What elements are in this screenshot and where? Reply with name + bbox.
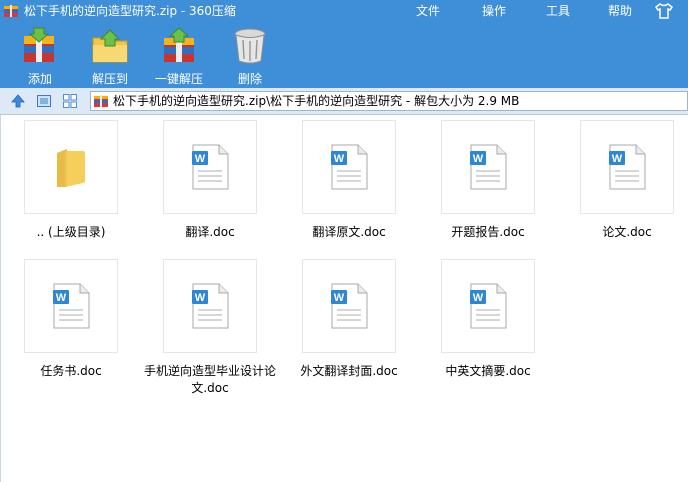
menu-tools[interactable]: 工具 [538, 2, 578, 20]
file-thumbnail: W [580, 120, 674, 214]
one-click-extract-icon [164, 27, 194, 62]
word-doc-icon: W [192, 283, 229, 329]
file-thumbnail [24, 120, 118, 214]
file-name: 论文.doc [602, 225, 652, 239]
file-thumbnail: W [302, 259, 396, 353]
menu-bar: 文件 操作 工具 帮助 [408, 2, 688, 20]
trash-can-icon [234, 28, 266, 64]
file-thumbnail: W [441, 120, 535, 214]
svg-text:W: W [612, 153, 623, 165]
svg-text:W: W [195, 292, 206, 304]
extract-to-button[interactable]: 解压到 [86, 26, 134, 86]
svg-text:W: W [195, 153, 206, 165]
delete-button[interactable]: 删除 [230, 26, 270, 86]
word-doc-icon: W [53, 283, 90, 329]
file-name: .. (上级目录) [36, 225, 106, 239]
file-name: 翻译原文.doc [312, 225, 386, 239]
file-name: 中英文摘要.doc [445, 364, 531, 378]
file-list: .. (上级目录) W 翻译.doc W 翻译原文.doc W 开题报告.doc… [0, 115, 688, 482]
word-doc-icon: W [470, 283, 507, 329]
file-name: 翻译.doc [185, 225, 235, 239]
svg-text:W: W [334, 292, 345, 304]
file-name: 开题报告.doc [451, 225, 525, 239]
list-view-icon[interactable] [62, 93, 78, 109]
svg-text:W: W [473, 153, 484, 165]
file-name: 任务书.doc [40, 364, 102, 378]
word-doc-icon: W [609, 144, 646, 190]
thumbnail-view-icon[interactable] [36, 93, 52, 109]
word-doc-icon: W [331, 144, 368, 190]
menu-help[interactable]: 帮助 [600, 2, 640, 20]
skin-shirt-icon[interactable] [654, 2, 674, 20]
menu-file[interactable]: 文件 [408, 2, 448, 20]
svg-text:W: W [56, 292, 67, 304]
title-bar: 松下手机的逆向造型研究.zip - 360压缩 文件 操作 工具 帮助 [0, 0, 688, 22]
menu-operation[interactable]: 操作 [474, 2, 514, 20]
file-thumbnail: W [24, 259, 118, 353]
up-arrow-icon[interactable] [10, 93, 26, 109]
word-doc-icon: W [470, 144, 507, 190]
path-text: 松下手机的逆向造型研究.zip\松下手机的逆向造型研究 - 解包大小为 2.9 … [113, 94, 520, 108]
file-name: 外文翻译封面.doc [300, 364, 398, 378]
extract-to-label: 解压到 [91, 72, 128, 86]
file-thumbnail: W [163, 259, 257, 353]
add-archive-icon [24, 27, 54, 62]
add-label: 添加 [27, 72, 52, 86]
toolbar: 添加 解压到 一键解压 删除 [0, 22, 688, 88]
one-click-extract-label: 一键解压 [154, 72, 203, 86]
svg-text:W: W [473, 292, 484, 304]
add-button[interactable]: 添加 [18, 26, 62, 86]
file-thumbnail: W [302, 120, 396, 214]
one-click-extract-button[interactable]: 一键解压 [152, 26, 206, 86]
path-field[interactable]: 松下手机的逆向造型研究.zip\松下手机的逆向造型研究 - 解包大小为 2.9 … [90, 91, 688, 111]
window-title: 松下手机的逆向造型研究.zip - 360压缩 [24, 4, 236, 18]
archive-app-icon [4, 5, 18, 17]
delete-label: 删除 [237, 72, 262, 86]
address-bar: 松下手机的逆向造型研究.zip\松下手机的逆向造型研究 - 解包大小为 2.9 … [0, 88, 688, 115]
file-thumbnail: W [441, 259, 535, 353]
word-doc-icon: W [192, 144, 229, 190]
file-thumbnail: W [163, 120, 257, 214]
folder-icon [57, 149, 85, 187]
extract-folder-icon [92, 29, 128, 63]
word-doc-icon: W [331, 283, 368, 329]
svg-text:W: W [334, 153, 345, 165]
zip-file-icon [94, 95, 108, 107]
file-name: 手机逆向造型毕业设计论文.doc [143, 364, 276, 395]
